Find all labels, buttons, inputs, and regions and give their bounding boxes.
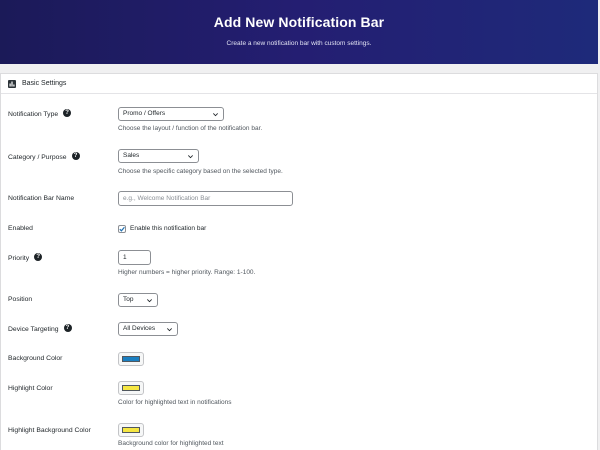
- notification-type-select[interactable]: Promo / Offers: [118, 107, 224, 121]
- category-label-text: Category / Purpose: [8, 153, 67, 161]
- position-label: Position: [8, 296, 33, 303]
- highlight-background-color-swatch: [122, 427, 140, 433]
- page-header: Add New Notification Bar Create a new no…: [0, 0, 598, 64]
- notification-type-value: Promo / Offers: [123, 110, 166, 117]
- category-description: Choose the specific category based on th…: [118, 168, 283, 175]
- notification-type-label-text: Notification Type: [8, 110, 59, 118]
- position-select[interactable]: Top: [118, 293, 158, 307]
- name-label: Notification Bar Name: [8, 195, 75, 202]
- priority-input[interactable]: 1: [118, 250, 151, 265]
- page: Add New Notification Bar Create a new no…: [0, 0, 600, 450]
- page-title: Add New Notification Bar: [213, 14, 385, 30]
- highlight-color-description: Color for highlighted text in notificati…: [118, 399, 232, 406]
- priority-label-text: Priority: [8, 254, 30, 262]
- category-select[interactable]: Sales: [118, 149, 199, 163]
- highlight-color-picker[interactable]: [118, 381, 144, 395]
- priority-value: 1: [123, 254, 127, 261]
- device-targeting-label-text: Device Targeting: [8, 325, 59, 333]
- page-subtitle: Create a new notification bar with custo…: [226, 40, 372, 47]
- chevron-down-icon: [147, 299, 152, 303]
- chevron-down-icon: [213, 113, 218, 117]
- highlight-background-color-label: Highlight Background Color: [8, 427, 91, 434]
- settings-panel-icon: [8, 80, 16, 88]
- highlight-color-label: Highlight Color: [8, 385, 53, 392]
- priority-description: Higher numbers = higher priority. Range:…: [118, 269, 256, 276]
- enabled-checkbox-label[interactable]: Enable this notification bar: [130, 225, 206, 232]
- notification-type-description: Choose the layout / function of the noti…: [118, 125, 263, 132]
- name-input[interactable]: e.g., Welcome Notification Bar: [118, 191, 293, 206]
- highlight-color-swatch: [122, 385, 140, 391]
- highlight-background-color-picker[interactable]: [118, 423, 144, 437]
- notification-type-label: Notification Type?: [8, 109, 72, 118]
- background-color-label: Background Color: [8, 355, 63, 362]
- position-value: Top: [123, 296, 134, 303]
- category-value: Sales: [123, 152, 140, 159]
- enabled-checkbox[interactable]: [118, 225, 126, 233]
- device-targeting-select[interactable]: All Devices: [118, 322, 178, 336]
- enabled-label: Enabled: [8, 225, 33, 232]
- chevron-down-icon: [167, 328, 172, 332]
- basic-settings-panel: Basic Settings Notification Type? Promo …: [0, 73, 598, 450]
- panel-header: Basic Settings: [1, 74, 597, 94]
- help-icon[interactable]: ?: [34, 253, 43, 261]
- chevron-down-icon: [188, 155, 193, 159]
- device-targeting-label: Device Targeting?: [8, 324, 72, 333]
- panel-title: Basic Settings: [22, 80, 67, 87]
- category-label: Category / Purpose?: [8, 152, 80, 161]
- priority-label: Priority?: [8, 253, 43, 262]
- help-icon[interactable]: ?: [71, 152, 80, 160]
- background-color-swatch: [122, 356, 140, 362]
- background-color-picker[interactable]: [118, 352, 144, 366]
- name-placeholder: e.g., Welcome Notification Bar: [123, 195, 211, 202]
- highlight-background-color-description: Background color for highlighted text: [118, 440, 224, 447]
- help-icon[interactable]: ?: [63, 109, 72, 117]
- help-icon[interactable]: ?: [63, 324, 72, 332]
- device-targeting-value: All Devices: [123, 325, 156, 332]
- checkmark-icon: [119, 226, 125, 232]
